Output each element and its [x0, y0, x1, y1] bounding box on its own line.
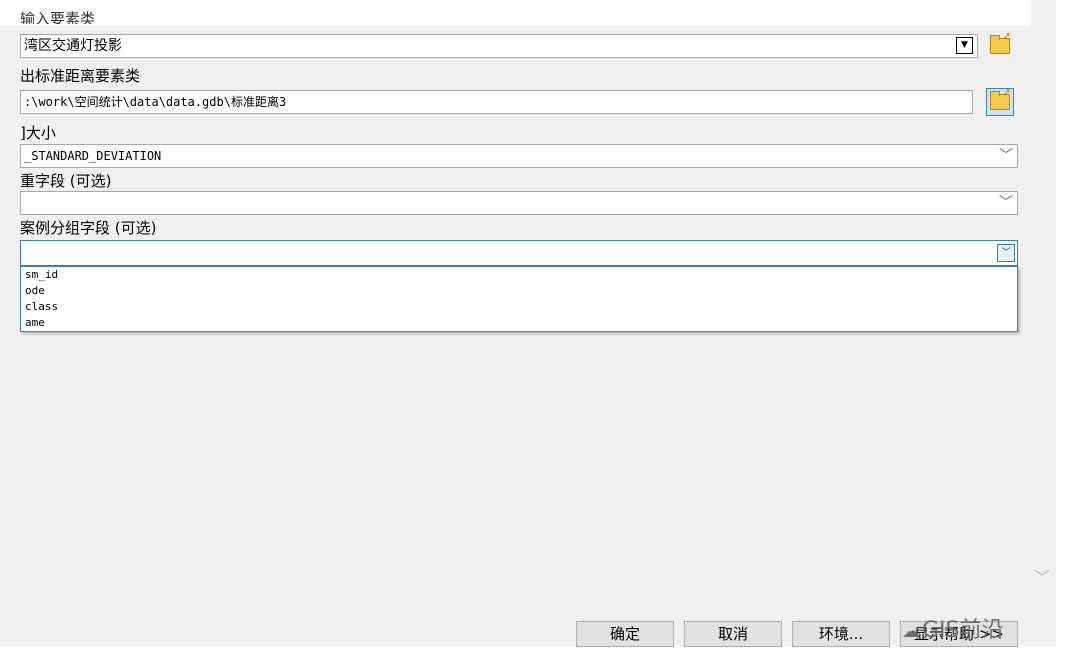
- top-strip: [0, 0, 1031, 26]
- input-features-value: 湾区交通灯投影: [24, 38, 122, 54]
- chevron-down-icon: ▼: [961, 40, 968, 50]
- output-path-field[interactable]: :\work\空间统计\data\data.gdb\标准距离3: [20, 90, 973, 114]
- case-dropdown-button[interactable]: ﹀: [997, 244, 1015, 262]
- circle-size-label: ]大小: [20, 124, 56, 142]
- dropdown-option[interactable]: class: [21, 299, 1017, 315]
- input-browse-button[interactable]: [986, 31, 1014, 60]
- chevron-down-icon: ﹀: [1001, 248, 1011, 258]
- weight-field-label: 重字段 (可选): [20, 172, 112, 190]
- case-field-label: 案例分组字段 (可选): [20, 219, 157, 237]
- chevron-down-icon[interactable]: ﹀: [1034, 564, 1050, 588]
- output-path-value: :\work\空间统计\data\data.gdb\标准距离3: [24, 95, 287, 109]
- open-folder-icon: [990, 87, 1011, 110]
- output-label: 出标准距离要素类: [20, 67, 141, 85]
- open-folder-icon: [990, 31, 1011, 54]
- watermark-text: GIS前沿: [922, 618, 1004, 643]
- ok-button[interactable]: 确定: [576, 621, 674, 647]
- case-field-select[interactable]: ﹀: [20, 240, 1018, 266]
- dropdown-option[interactable]: ode: [21, 283, 1017, 299]
- dropdown-option[interactable]: sm_id: [21, 267, 1017, 283]
- chevron-down-icon: ﹀: [999, 148, 1013, 164]
- tool-dialog: 输入要素类 湾区交通灯投影 ▼ 出标准距离要素类 :\work\空间统计\dat…: [0, 0, 1031, 647]
- case-field-dropdown-list: sm_id ode class ame: [20, 266, 1018, 332]
- wechat-icon: ☁: [902, 621, 920, 642]
- output-browse-button[interactable]: [986, 87, 1014, 116]
- cancel-button[interactable]: 取消: [684, 621, 782, 647]
- circle-size-value: _STANDARD_DEVIATION: [24, 149, 162, 163]
- weight-field-select[interactable]: ﹀: [20, 191, 1018, 215]
- input-dropdown-button[interactable]: ▼: [956, 37, 973, 54]
- environments-button[interactable]: 环境...: [792, 621, 890, 647]
- input-features-combo[interactable]: 湾区交通灯投影 ▼: [20, 34, 978, 58]
- watermark: ☁GIS前沿: [902, 612, 1004, 644]
- chevron-down-icon: ﹀: [999, 195, 1013, 211]
- dropdown-option[interactable]: ame: [21, 315, 1017, 331]
- vertical-scrollbar[interactable]: [1031, 0, 1056, 646]
- input-features-label: 输入要素类: [20, 10, 96, 24]
- circle-size-select[interactable]: _STANDARD_DEVIATION ﹀: [20, 144, 1018, 168]
